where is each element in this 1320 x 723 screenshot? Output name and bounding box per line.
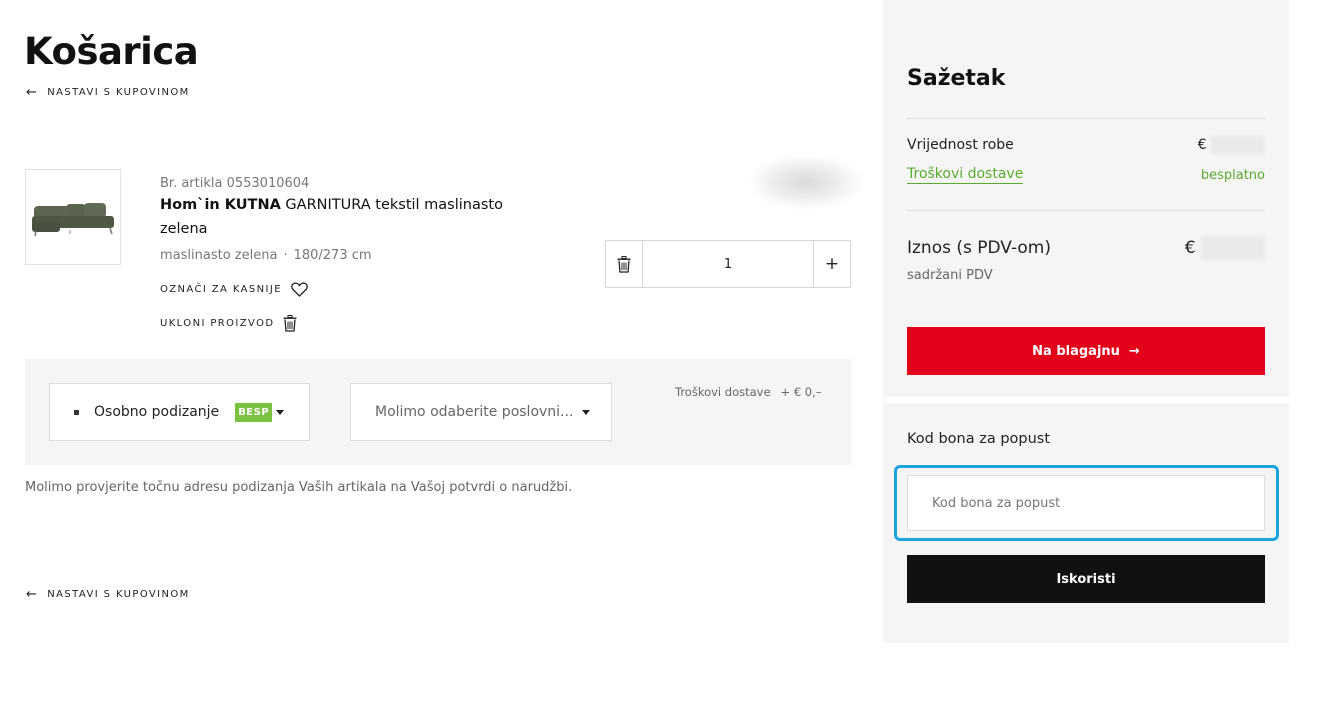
product-color: maslinasto zelena (160, 248, 278, 263)
continue-shopping-label: NASTAVI S KUPOVINOM (47, 87, 190, 98)
apply-coupon-button[interactable]: Iskoristi (907, 555, 1265, 603)
delivery-cost: Troškovi dostave + € 0,– (675, 385, 822, 399)
store-select[interactable]: Molimo odaberite poslovni... (350, 383, 612, 441)
store-select-placeholder: Molimo odaberite poslovni... (375, 404, 574, 420)
total-value: € (1185, 236, 1265, 260)
product-brand: Hom`in KUTNA (160, 197, 281, 213)
product-info: Br. artikla 0553010604 Hom`in KUTNA GARN… (160, 176, 540, 263)
sofa-image (32, 203, 114, 237)
pickup-method-select[interactable]: Osobno podizanje BESP (49, 383, 310, 441)
goods-value-label: Vrijednost robe (907, 137, 1014, 153)
quantity-input[interactable] (643, 241, 813, 287)
heart-icon (291, 282, 308, 297)
shipping-value: besplatno (1200, 167, 1265, 183)
item-price-blurred (752, 156, 860, 208)
trash-icon (617, 255, 631, 273)
total-currency: € (1184, 238, 1196, 258)
delivery-options: Osobno podizanje BESP Molimo odaberite p… (25, 359, 851, 465)
continue-shopping-link-top[interactable]: ← NASTAVI S KUPOVINOM (26, 84, 190, 100)
delivery-cost-value: + € 0,– (780, 385, 822, 399)
shipping-costs-link[interactable]: Troškovi dostave (907, 166, 1024, 184)
goods-value-blurred (1211, 136, 1265, 154)
variant-separator: · (283, 248, 288, 263)
remove-product-label: UKLONI PROIZVOD (160, 318, 275, 329)
goods-value-row: Vrijednost robe € (907, 136, 1265, 154)
pickup-method-label: Osobno podizanje (94, 404, 220, 420)
arrow-left-icon: ← (26, 84, 39, 100)
delivery-cost-label: Troškovi dostave (675, 385, 771, 399)
divider (907, 118, 1265, 119)
goods-currency: € (1197, 137, 1207, 153)
divider (907, 210, 1265, 211)
summary-title: Sažetak (907, 66, 1006, 91)
product-image[interactable] (25, 169, 121, 265)
coupon-section: Kod bona za popust Iskoristi (883, 403, 1289, 643)
quantity-increase-button[interactable]: + (813, 241, 850, 287)
goods-value: € (1198, 136, 1265, 154)
checkout-label: Na blagajnu (1032, 343, 1120, 359)
plus-icon: + (824, 254, 840, 274)
order-summary: Sažetak Vrijednost robe € Troškovi dosta… (883, 0, 1289, 397)
checkout-button[interactable]: Na blagajnu → (907, 327, 1265, 375)
save-for-later-button[interactable]: OZNAČI ZA KASNIJE (160, 282, 308, 297)
total-label: Iznos (s PDV-om) (907, 238, 1051, 258)
page-title: Košarica (24, 30, 199, 73)
arrow-right-icon: → (1128, 343, 1140, 359)
total-row: Iznos (s PDV-om) € (907, 236, 1265, 260)
continue-shopping-link-bottom[interactable]: ← NASTAVI S KUPOVINOM (26, 586, 190, 602)
coupon-title: Kod bona za popust (907, 431, 1051, 447)
product-sku: Br. artikla 0553010604 (160, 176, 310, 191)
shipping-row: Troškovi dostave besplatno (907, 166, 1265, 184)
continue-shopping-label: NASTAVI S KUPOVINOM (47, 589, 190, 600)
arrow-left-icon: ← (26, 586, 39, 602)
product-size: 180/273 cm (293, 248, 372, 263)
product-name[interactable]: Hom`in KUTNA GARNITURA tekstil maslinast… (160, 193, 540, 241)
bullet-icon (74, 409, 79, 415)
free-badge: BESP (235, 402, 273, 422)
save-for-later-label: OZNAČI ZA KASNIJE (160, 284, 282, 295)
total-value-blurred (1201, 236, 1265, 260)
quantity-stepper: + (605, 240, 851, 288)
chevron-down-icon (582, 409, 591, 415)
product-variant: maslinasto zelena · 180/273 cm (160, 248, 540, 263)
vat-note: sadržani PDV (907, 268, 993, 283)
trash-icon (283, 315, 297, 332)
quantity-delete-button[interactable] (606, 241, 643, 287)
coupon-code-input[interactable] (907, 475, 1265, 531)
remove-product-button[interactable]: UKLONI PROIZVOD (160, 315, 297, 332)
pickup-address-note: Molimo provjerite točnu adresu podizanja… (25, 480, 573, 495)
chevron-down-icon (276, 409, 285, 415)
